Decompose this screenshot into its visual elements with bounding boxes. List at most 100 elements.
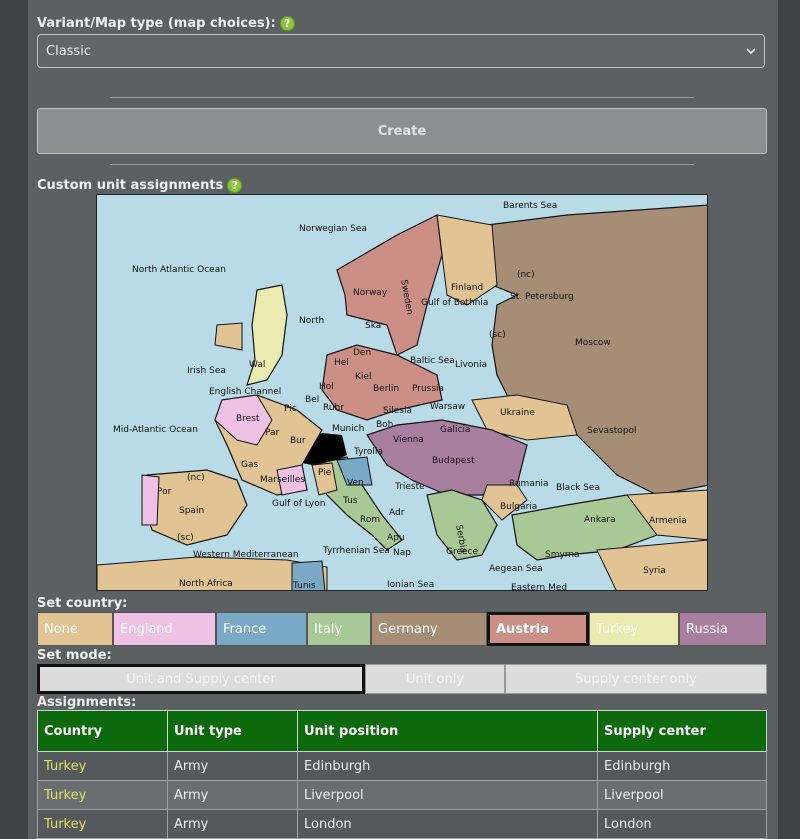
diplomacy-map[interactable]: Barents Sea Norwegian Sea North Atlantic… — [96, 194, 708, 591]
map-label: English Channel — [209, 387, 281, 397]
country-button-russia[interactable]: Russia — [679, 612, 767, 646]
mode-button-unit-and-supply[interactable]: Unit and Supply center — [37, 664, 365, 694]
cell-country: Turkey — [37, 809, 168, 839]
map-label: Greece — [446, 547, 478, 557]
map-label: Ruhr — [323, 403, 344, 413]
map-label: Bel — [305, 395, 319, 405]
map-label: Norwegian Sea — [299, 224, 367, 234]
map-label: Armenia — [649, 516, 687, 526]
table-row[interactable]: Turkey Army Edinburgh Edinburgh — [37, 751, 767, 781]
map-label: (sc) — [177, 533, 194, 543]
map-label: Hol — [319, 382, 334, 392]
map-label: Tyrrhenian Sea — [322, 546, 390, 556]
map-label: Finland — [451, 283, 483, 293]
cell-supply-center: London — [597, 809, 767, 839]
create-button[interactable]: Create — [37, 108, 767, 154]
map-label: Bulgaria — [500, 502, 537, 512]
mode-button-unit-only[interactable]: Unit only — [365, 664, 505, 694]
map-label: Rumania — [509, 479, 549, 489]
map-label: North Atlantic Ocean — [132, 265, 226, 275]
map-label: Adr — [389, 508, 405, 518]
cell-country: Turkey — [37, 751, 168, 781]
map-label: Ankara — [584, 515, 616, 525]
map-label: Ionian Sea — [387, 580, 434, 590]
table-row[interactable]: Turkey Army London London — [37, 809, 767, 839]
divider — [110, 164, 694, 165]
map-label: Eastern Med — [511, 583, 567, 591]
mode-button-supply-only[interactable]: Supply center only — [505, 664, 767, 694]
map-label: Warsaw — [430, 402, 465, 412]
country-button-austria[interactable]: Austria — [487, 612, 589, 646]
mode-selector: Unit and Supply center Unit only Supply … — [37, 664, 767, 694]
country-button-turkey[interactable]: Turkey — [589, 612, 679, 646]
map-label: North Africa — [179, 579, 233, 589]
map-label: Trieste — [394, 482, 425, 492]
region-ireland[interactable] — [214, 322, 243, 351]
map-label: Mid-Atlantic Ocean — [113, 425, 198, 435]
map-label: (sc) — [489, 330, 506, 340]
map-label: Prussia — [412, 384, 444, 394]
table-header-row: Country Unit type Unit position Supply c… — [37, 710, 767, 752]
map-label: Munich — [332, 424, 364, 434]
variant-label: Variant/Map type (map choices):? — [37, 16, 295, 31]
map-label: Rom — [360, 515, 380, 525]
cell-unit-type: Army — [167, 751, 298, 781]
country-button-none[interactable]: None — [37, 612, 113, 646]
map-label: Wal — [249, 360, 265, 370]
variant-select-value: Classic — [46, 43, 91, 59]
map-label: Irish Sea — [187, 366, 226, 376]
map-label: Tus — [342, 496, 358, 506]
country-button-germany[interactable]: Germany — [371, 612, 487, 646]
cell-unit-position: Liverpool — [297, 780, 598, 810]
column-header: Country — [37, 710, 168, 752]
table-row[interactable]: Turkey Army Liverpool Liverpool — [37, 780, 767, 810]
set-country-label: Set country: — [37, 596, 128, 611]
map-label: Aegean Sea — [489, 564, 543, 574]
column-header: Unit type — [167, 710, 298, 752]
map-label: Bur — [290, 436, 306, 446]
country-button-italy[interactable]: Italy — [307, 612, 371, 646]
map-label: Sevastopol — [587, 426, 637, 436]
chevron-down-icon — [746, 44, 756, 59]
map-label: Gulf of Lyon — [272, 499, 325, 509]
map-label: Den — [353, 348, 371, 358]
cell-supply-center: Edinburgh — [597, 751, 767, 781]
map-label: Barents Sea — [503, 201, 557, 211]
assignments-table: Country Unit type Unit position Supply c… — [37, 710, 767, 839]
map-label: Syria — [643, 566, 666, 576]
map-label: Livonia — [455, 360, 487, 370]
map-label: Black Sea — [556, 483, 600, 493]
country-button-france[interactable]: France — [216, 612, 307, 646]
region-portugal[interactable] — [141, 474, 160, 526]
map-label: Apu — [387, 533, 405, 543]
map-label: Tyrolia — [353, 447, 383, 457]
cell-supply-center: Liverpool — [597, 780, 767, 810]
country-selector: None England France Italy Germany Austri… — [37, 612, 767, 646]
map-label: Baltic Sea — [410, 356, 455, 366]
map-label: Norway — [353, 288, 388, 298]
map-label: Por — [157, 487, 172, 497]
map-label: Hel — [334, 358, 349, 368]
map-label: Gas — [241, 460, 258, 470]
cell-unit-type: Army — [167, 809, 298, 839]
map-label: Silesia — [383, 406, 412, 416]
map-label: Berlin — [373, 384, 399, 394]
column-header: Supply center — [597, 710, 767, 752]
cell-unit-position: London — [297, 809, 598, 839]
map-label: Marseilles — [260, 475, 305, 485]
divider — [110, 97, 694, 98]
help-icon[interactable]: ? — [279, 16, 295, 31]
country-button-england[interactable]: England — [113, 612, 216, 646]
map-label: (nc) — [517, 270, 535, 280]
map-label: Moscow — [575, 338, 611, 348]
cell-country: Turkey — [37, 780, 168, 810]
map-label: Western Mediterranean — [193, 550, 299, 560]
map-label: Budapest — [432, 456, 475, 466]
map-label: Boh — [376, 420, 393, 430]
help-icon[interactable]: ? — [227, 178, 243, 193]
map-label: (nc) — [187, 473, 205, 483]
set-mode-label: Set mode: — [37, 648, 112, 663]
map-label: Pic — [284, 404, 297, 414]
map-label: Smyrna — [545, 550, 580, 560]
variant-select[interactable]: Classic — [37, 34, 765, 68]
